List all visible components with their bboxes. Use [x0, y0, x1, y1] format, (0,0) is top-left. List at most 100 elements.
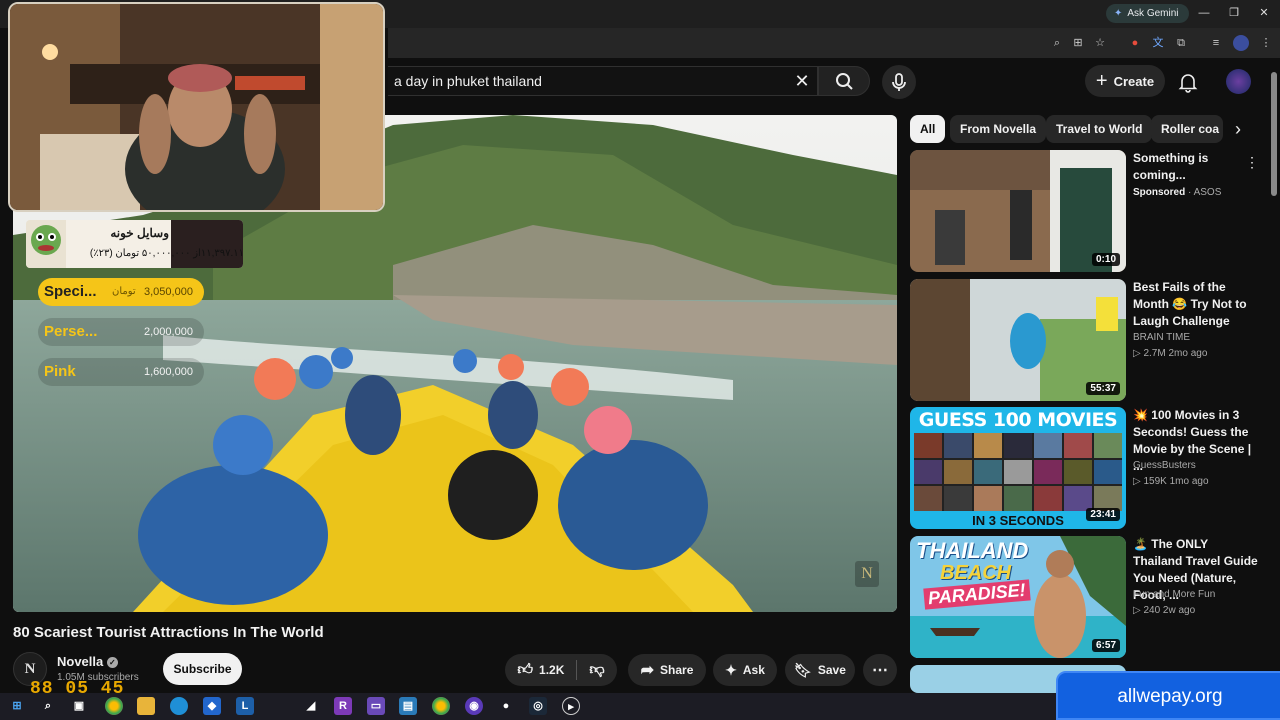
- browser-menu-icon[interactable]: ⋮: [1258, 35, 1274, 51]
- more-horizontal-icon: ⋯: [872, 662, 888, 679]
- create-button[interactable]: + Create: [1085, 65, 1165, 97]
- restore-button[interactable]: ❐: [1224, 4, 1244, 22]
- zoom-icon[interactable]: ⌕: [1049, 35, 1065, 51]
- video-title: 80 Scariest Tourist Attractions In The W…: [13, 624, 324, 641]
- app-purple-icon[interactable]: ▭: [367, 697, 385, 715]
- chrome-icon[interactable]: [105, 697, 123, 715]
- clear-search-icon[interactable]: ✕: [790, 70, 814, 92]
- chip-all[interactable]: All: [910, 115, 946, 143]
- share-arrow-icon: ➦: [640, 662, 655, 679]
- video-thumbnail[interactable]: GUESS 100 MOVIES IN 3 SECONDS 23:41: [910, 407, 1126, 529]
- video-meta: ▷ 240 2w ago: [1133, 605, 1196, 616]
- recommendation-title[interactable]: Best Fails of the Month 😂 Try Not to Lau…: [1133, 279, 1258, 330]
- sponsored-label: Sponsored · ASOS: [1133, 187, 1222, 198]
- microphone-icon: [892, 73, 906, 91]
- top-donator-1: Speci... تومان 3,050,000: [38, 278, 204, 306]
- edge-icon[interactable]: [170, 697, 188, 715]
- divider: [576, 660, 578, 680]
- extension-red-icon[interactable]: ●: [1127, 35, 1143, 51]
- like-dislike-group: 👍︎ 1.2K 👎︎: [505, 654, 617, 686]
- dislike-button[interactable]: 👎︎: [589, 661, 604, 679]
- ask-gemini-button[interactable]: ✦ Ask Gemini: [1106, 4, 1189, 23]
- donation-goal-widget: وسایل خونه ۱۱,۳۹۷.۱۱از ۵۰,۰۰۰,۰۰۰ تومان …: [26, 220, 243, 268]
- search-button[interactable]: [818, 66, 870, 96]
- more-actions-button[interactable]: ⋯: [863, 654, 897, 686]
- donation-goal-progress: ۱۱,۳۹۷.۱۱از ۵۰,۰۰۰,۰۰۰ تومان (۲۳٪): [89, 248, 243, 259]
- scrollbar[interactable]: [1271, 72, 1277, 196]
- subscribe-button[interactable]: Subscribe: [163, 653, 242, 685]
- save-button[interactable]: 🔖︎ Save: [785, 654, 855, 686]
- voice-search-button[interactable]: [882, 65, 916, 99]
- like-button[interactable]: 👍︎ 1.2K: [517, 661, 564, 679]
- obs-icon[interactable]: ●: [497, 697, 515, 715]
- notifications-bell-icon[interactable]: [1176, 70, 1200, 94]
- recommendation-1[interactable]: 0:10 Something is coming... Sponsored · …: [910, 150, 1265, 272]
- steam-icon[interactable]: ◎: [529, 697, 547, 715]
- donation-progress-bar: [171, 220, 243, 268]
- address-bar[interactable]: [388, 28, 1280, 58]
- thumbs-up-icon: 👍︎: [517, 661, 534, 678]
- chevron-right-icon[interactable]: ›: [1224, 115, 1252, 143]
- channel-name[interactable]: Novella ✓: [57, 654, 118, 669]
- recommendation-2[interactable]: 55:37 Best Fails of the Month 😂 Try Not …: [910, 279, 1265, 401]
- reading-list-icon[interactable]: ≡: [1208, 35, 1224, 51]
- account-avatar[interactable]: [1226, 69, 1251, 94]
- file-explorer-icon[interactable]: [137, 697, 155, 715]
- video-meta: ▷ 2.7M 2mo ago: [1133, 348, 1208, 359]
- app-blue-icon[interactable]: ◆: [203, 697, 221, 715]
- search-icon: [836, 73, 853, 90]
- ad-banner[interactable]: allwepay.org: [1056, 671, 1280, 720]
- profile-icon[interactable]: [1233, 35, 1249, 51]
- channel-watermark-icon: N: [855, 561, 879, 587]
- chip-roller-coaster[interactable]: Roller coa: [1151, 115, 1223, 143]
- donation-goal-title: وسایل خونه: [110, 226, 169, 240]
- video-thumbnail[interactable]: THAILAND BEACH PARADISE! 6:57: [910, 536, 1126, 658]
- duration-badge: 23:41: [1086, 508, 1120, 521]
- save-playlist-icon: 🔖︎: [794, 661, 812, 678]
- media-player-icon[interactable]: ▸: [562, 697, 580, 715]
- recommendation-title[interactable]: Something is coming...: [1133, 150, 1258, 184]
- translate-extension-icon[interactable]: 文: [1150, 35, 1166, 51]
- chip-from-novella[interactable]: From Novella: [950, 115, 1047, 143]
- close-window-button[interactable]: ✕: [1254, 4, 1274, 22]
- search-input[interactable]: a day in phuket thailand: [388, 66, 818, 96]
- app-r-icon[interactable]: R: [334, 697, 352, 715]
- video-thumbnail[interactable]: 55:37: [910, 279, 1126, 401]
- taskbar-search-icon[interactable]: ⌕: [39, 697, 57, 715]
- top-donator-3: Pink 1,600,000: [38, 358, 204, 386]
- verified-icon: ✓: [106, 657, 118, 669]
- sparkle-icon: ✦: [725, 661, 737, 678]
- app-l-icon[interactable]: L: [236, 697, 254, 715]
- more-vertical-icon[interactable]: ⋮: [1245, 154, 1259, 171]
- task-view-icon[interactable]: ▣: [70, 697, 88, 715]
- movie-grid: [914, 433, 1122, 511]
- app-red-icon[interactable]: ◢: [302, 697, 320, 715]
- duration-badge: 0:10: [1091, 253, 1120, 266]
- duration-badge: 55:37: [1086, 382, 1120, 395]
- bookmark-star-icon[interactable]: ☆: [1092, 35, 1108, 51]
- app-window-icon[interactable]: ▤: [399, 697, 417, 715]
- minimize-button[interactable]: —: [1194, 4, 1214, 22]
- chip-travel-to-world[interactable]: Travel to World: [1046, 115, 1153, 143]
- top-donator-2: Perse... 2,000,000: [38, 318, 204, 346]
- gemini-icon: ✦: [1114, 8, 1123, 19]
- video-thumbnail[interactable]: 0:10: [910, 150, 1126, 272]
- extensions-puzzle-icon[interactable]: ⧉: [1173, 35, 1189, 51]
- streamer-webcam: [8, 2, 385, 212]
- channel-name[interactable]: GuessBusters: [1133, 460, 1196, 471]
- thumbs-down-icon: 👎︎: [589, 661, 605, 678]
- pepe-avatar-icon: [26, 220, 66, 268]
- chrome-active-icon[interactable]: [432, 697, 450, 715]
- recommendation-3[interactable]: GUESS 100 MOVIES IN 3 SECONDS 23:41 💥 10…: [910, 407, 1265, 529]
- recommendation-4[interactable]: THAILAND BEACH PARADISE! 6:57 🏝️ The ONL…: [910, 536, 1265, 658]
- ask-button[interactable]: ✦ Ask: [713, 654, 777, 686]
- plus-icon: +: [1095, 69, 1108, 92]
- duration-badge: 6:57: [1091, 639, 1120, 652]
- share-button[interactable]: ➦ Share: [628, 654, 706, 686]
- channel-name[interactable]: Fun and More Fun: [1133, 589, 1215, 600]
- windows-start-icon[interactable]: ⊞: [8, 697, 26, 715]
- video-meta: ▷ 159K 1mo ago: [1133, 476, 1209, 487]
- install-app-icon[interactable]: ⊞: [1070, 35, 1086, 51]
- channel-name[interactable]: BRAIN TIME: [1133, 332, 1190, 343]
- app-discord-icon[interactable]: ◉: [465, 697, 483, 715]
